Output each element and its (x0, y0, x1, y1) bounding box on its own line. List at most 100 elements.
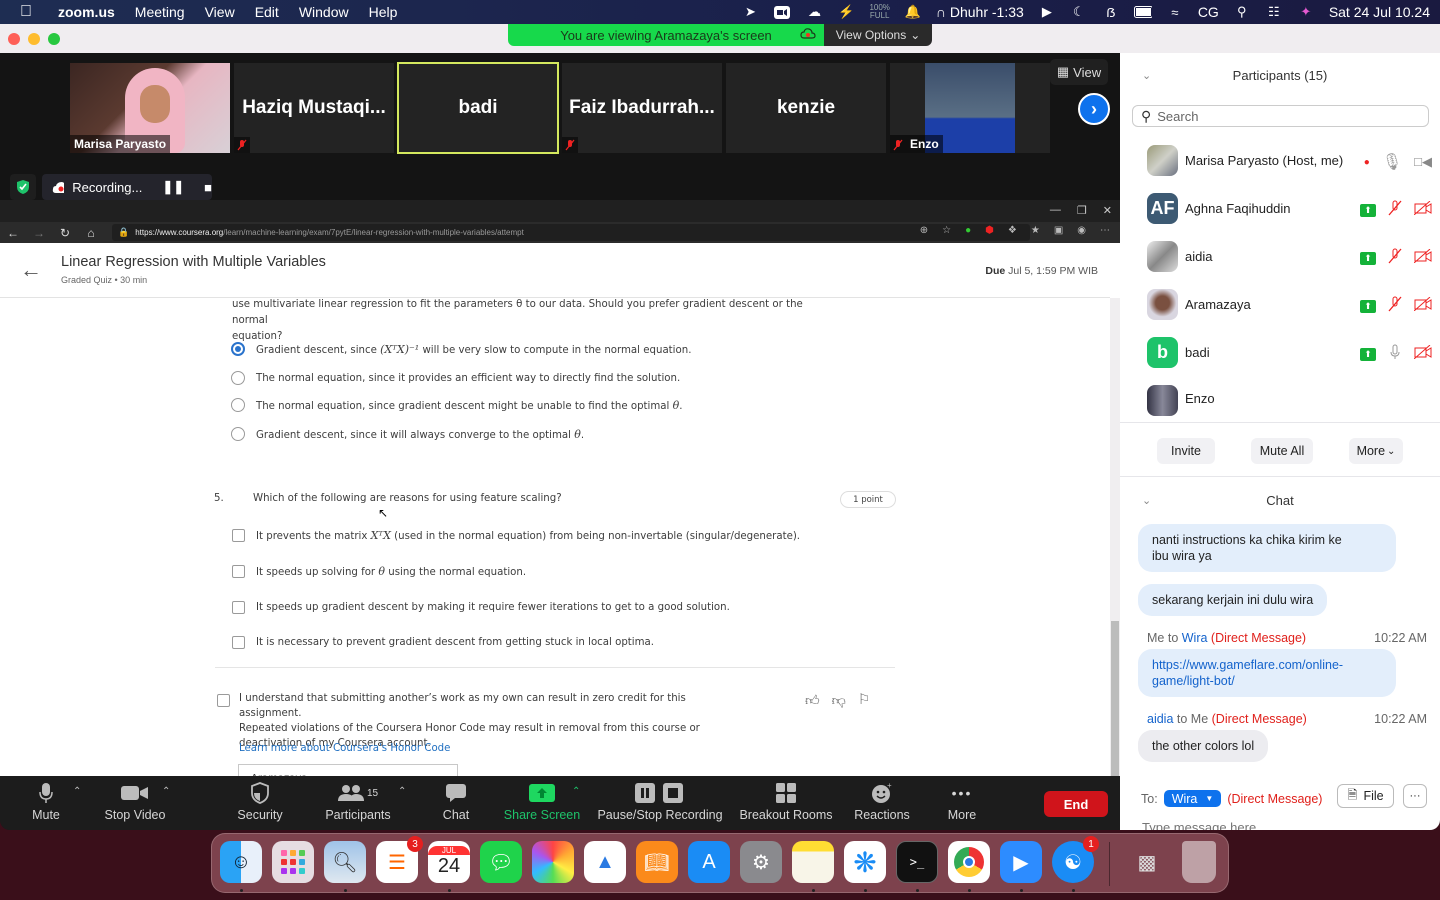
control-center-icon[interactable]: ☷ (1265, 4, 1283, 19)
bluetooth-icon[interactable]: ẞ (1102, 5, 1120, 20)
preview-icon[interactable]: 🔍︎ (324, 841, 366, 883)
invite-button[interactable]: Invite (1157, 438, 1215, 464)
zoom-page-icon[interactable]: ⊕ (920, 225, 928, 236)
address-bar[interactable]: 🔒 https://www.coursera.org/learn/machine… (112, 224, 1030, 241)
safari-icon[interactable]: ❋ (844, 841, 886, 883)
chat-more-button[interactable]: ··· (1403, 784, 1427, 808)
browser-menu-icon[interactable]: ⋯ (1100, 225, 1110, 236)
mute-all-button[interactable]: Mute All (1251, 438, 1313, 464)
q5-option[interactable]: It speeds up solving for θ using the nor… (232, 565, 526, 578)
menu-help[interactable]: Help (359, 4, 408, 20)
back-arrow-icon[interactable]: ← (20, 257, 42, 283)
video-tile-active-speaker[interactable]: badi (397, 62, 559, 154)
zoom-app-icon[interactable]: ▶ (1000, 841, 1042, 883)
siri-icon[interactable]: ✦ (1297, 4, 1315, 19)
trash-icon[interactable] (1182, 841, 1216, 883)
wifi-icon[interactable]: ≈ (1166, 5, 1184, 20)
browser-close-button[interactable]: ✕ (1103, 204, 1112, 217)
stop-video-button[interactable]: Stop Video (103, 780, 167, 828)
participant-row[interactable]: Aramazaya ⬆ (1147, 287, 1432, 321)
video-tile[interactable]: Marisa Paryasto (70, 63, 230, 153)
chrome-icon[interactable] (948, 841, 990, 883)
chat-message-input[interactable] (1142, 818, 1422, 830)
screenshot-stack-icon[interactable]: ▩ (1126, 841, 1168, 883)
reminders-icon[interactable]: ☰ 3 (376, 836, 423, 883)
end-meeting-button[interactable]: End (1044, 791, 1108, 817)
share-screen-button[interactable]: Share Screen (504, 780, 580, 828)
breakout-rooms-button[interactable]: Breakout Rooms (739, 780, 833, 828)
q5-option[interactable]: It is necessary to prevent gradient desc… (232, 636, 654, 649)
microphone-icon[interactable]: 🎙︎ (1382, 152, 1402, 172)
view-layout-button[interactable]: ▦ View (1050, 59, 1108, 85)
radio[interactable] (231, 427, 245, 441)
security-shield-icon[interactable] (10, 174, 36, 200)
menu-meeting[interactable]: Meeting (125, 4, 195, 20)
spotlight-search-icon[interactable]: ⚲ (1233, 4, 1251, 19)
q5-option[interactable]: It prevents the matrix XᵀX (used in the … (232, 529, 800, 542)
more-button[interactable]: ••• More (944, 780, 980, 828)
q4-option[interactable]: Gradient descent, since (XᵀX)⁻¹ will be … (231, 342, 691, 356)
legal-name-input[interactable] (238, 764, 458, 776)
books-icon[interactable]: 📖︎ (636, 841, 678, 883)
back-icon[interactable]: ← (0, 226, 26, 240)
minimize-window-button[interactable] (28, 33, 40, 45)
stop-recording-button[interactable]: ■ (204, 180, 212, 195)
radio-selected[interactable] (231, 342, 245, 356)
more-options-button[interactable]: More ⌄ (1349, 438, 1403, 464)
reload-icon[interactable]: ↻ (52, 226, 78, 240)
video-tile[interactable]: Faiz Ibadurrah... (562, 63, 722, 153)
close-window-button[interactable] (8, 33, 20, 45)
file-button[interactable]: 🗎︎ File (1337, 784, 1394, 808)
home-icon[interactable]: ⌂ (78, 226, 104, 240)
security-button[interactable]: Security (235, 780, 285, 828)
audio-options-caret[interactable]: ⌃ (73, 786, 81, 797)
checkbox[interactable] (232, 636, 245, 649)
video-off-icon[interactable] (1413, 296, 1432, 316)
radio[interactable] (231, 398, 245, 412)
pause-recording-button[interactable]: ❚❚ (162, 179, 184, 195)
chat-message-link[interactable]: https://www.gameflare.com/online-game/li… (1138, 649, 1396, 697)
video-tile[interactable]: Haziq Mustaqi... (234, 63, 394, 153)
location-icon[interactable]: ➤ (741, 4, 759, 19)
mic-muted-icon[interactable] (1388, 200, 1402, 221)
reactions-button[interactable]: + Reactions (852, 780, 912, 828)
profile-icon[interactable]: ◉ (1077, 225, 1086, 236)
adblock-icon[interactable]: ⬢ (985, 225, 994, 236)
recipient-dropdown[interactable]: Wira ▼ (1163, 790, 1222, 807)
play-circle-icon[interactable]: ▶ (1038, 4, 1056, 19)
collections-icon[interactable]: ▣ (1054, 225, 1063, 236)
clock[interactable]: Sat 24 Jul 10.24 (1329, 4, 1430, 20)
video-tile[interactable]: kenzie (726, 63, 886, 153)
browser-restore-button[interactable]: ❐ (1077, 204, 1087, 217)
browser-minimize-button[interactable]: — (1050, 204, 1061, 217)
mute-button[interactable]: Mute (26, 780, 66, 828)
view-options-dropdown[interactable]: View Options ⌄ (824, 24, 932, 46)
honor-code-checkbox[interactable] (217, 694, 230, 707)
notification-bell-icon[interactable]: 🔔 (904, 4, 922, 19)
collapse-participants-icon[interactable]: ⌄ (1142, 69, 1151, 82)
notes-icon[interactable] (792, 841, 834, 883)
keynote-icon[interactable]: ▲ (584, 841, 626, 883)
user-initials[interactable]: CG (1198, 4, 1219, 20)
next-page-button[interactable]: › (1078, 93, 1110, 125)
q4-option[interactable]: Gradient descent, since it will always c… (231, 427, 584, 441)
page-scrollbar[interactable] (1110, 298, 1120, 776)
finder-icon[interactable]: ☺ (220, 841, 262, 883)
checkbox[interactable] (232, 529, 245, 542)
calendar-icon[interactable]: JUL 24 (428, 841, 470, 883)
video-tile[interactable]: Enzo (890, 63, 1050, 153)
microphone-icon[interactable] (1388, 344, 1402, 365)
favorite-add-icon[interactable]: ☆ (942, 225, 951, 236)
forward-icon[interactable]: → (26, 226, 52, 240)
menu-window[interactable]: Window (289, 4, 359, 20)
apple-menu-icon[interactable]:  (20, 3, 36, 21)
cloud-upload-icon[interactable]: ☁ (805, 4, 823, 19)
system-preferences-icon[interactable]: ⚙ (740, 841, 782, 883)
video-off-icon[interactable] (1413, 200, 1432, 220)
honor-code-link[interactable]: Learn more about Coursera's Honor Code (239, 743, 450, 754)
participants-options-caret[interactable]: ⌃ (398, 786, 406, 797)
menu-edit[interactable]: Edit (245, 4, 289, 20)
sender-link[interactable]: aidia (1147, 712, 1173, 726)
q4-option[interactable]: The normal equation, since gradient desc… (231, 398, 682, 412)
collapse-chat-icon[interactable]: ⌄ (1142, 494, 1151, 507)
